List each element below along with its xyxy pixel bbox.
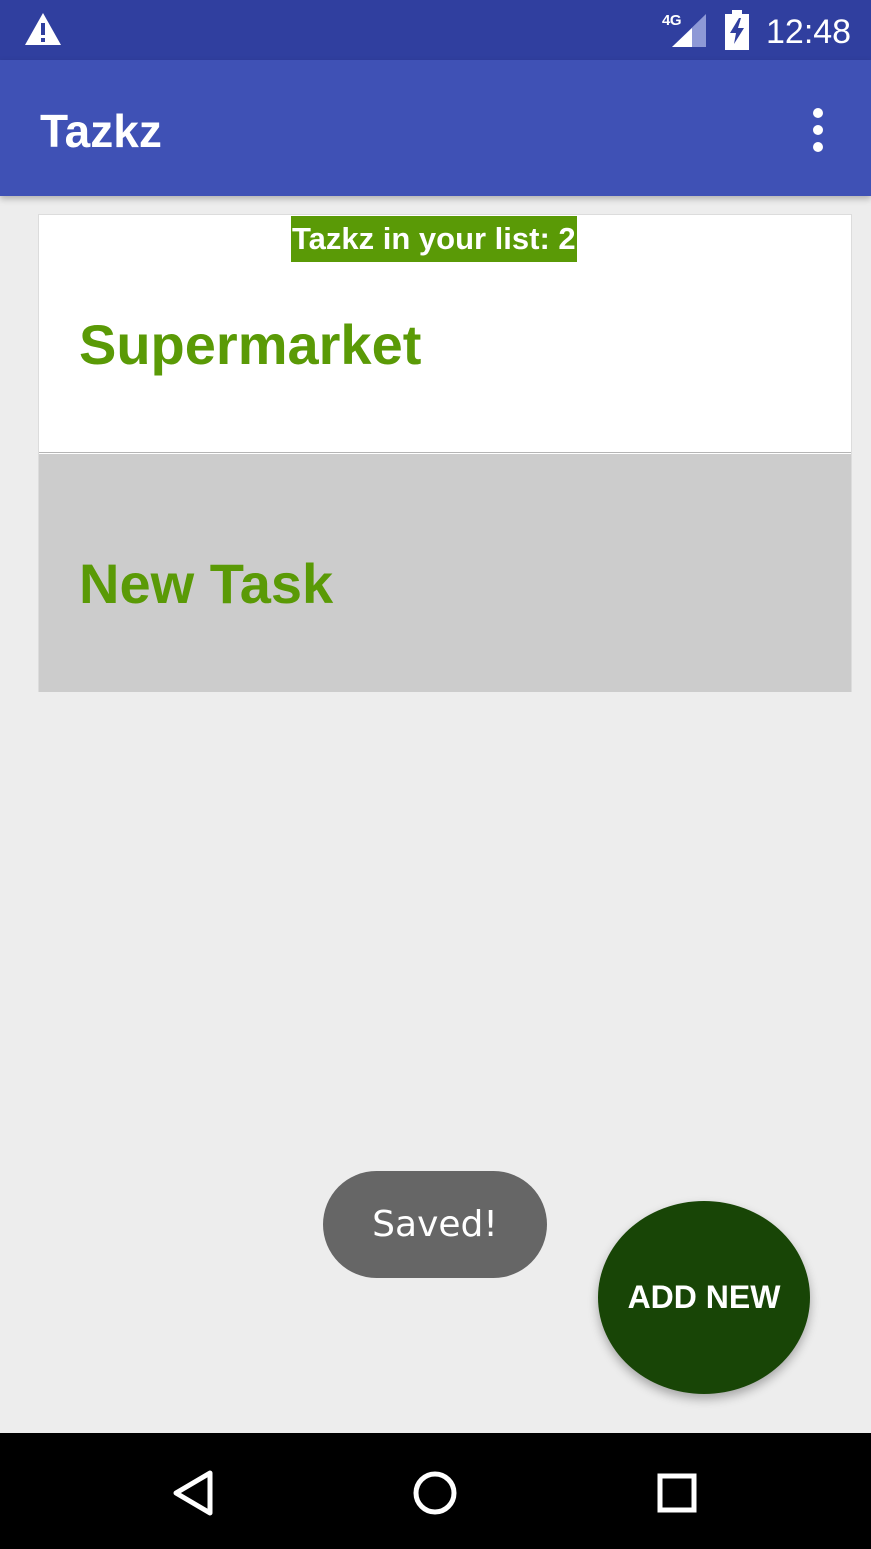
task-title: Supermarket	[79, 313, 422, 376]
more-vert-icon[interactable]	[796, 104, 840, 156]
status-bar: 4G 12:48	[0, 0, 871, 60]
network-type-label: 4G	[662, 12, 682, 29]
task-item[interactable]: New Task	[39, 454, 851, 692]
overflow-dot	[813, 108, 823, 118]
toast-message: Saved!	[323, 1171, 547, 1278]
overflow-dot	[813, 142, 823, 152]
back-icon[interactable]	[164, 1463, 224, 1523]
recents-icon[interactable]	[647, 1463, 707, 1523]
task-count-label: Tazkz in your list: 2	[291, 216, 577, 262]
navigation-bar	[0, 1433, 871, 1549]
task-title: New Task	[79, 552, 334, 615]
warning-icon	[25, 13, 61, 45]
clock: 12:48	[766, 13, 852, 51]
app-title: Tazkz	[40, 105, 162, 157]
home-icon[interactable]	[405, 1463, 465, 1523]
battery-charging-icon	[725, 10, 749, 50]
task-list: Supermarket New Task Tazkz in your list:…	[38, 214, 852, 692]
overflow-dot	[813, 125, 823, 135]
app-bar: Tazkz	[0, 60, 871, 196]
add-new-button[interactable]: ADD NEW	[598, 1201, 810, 1394]
